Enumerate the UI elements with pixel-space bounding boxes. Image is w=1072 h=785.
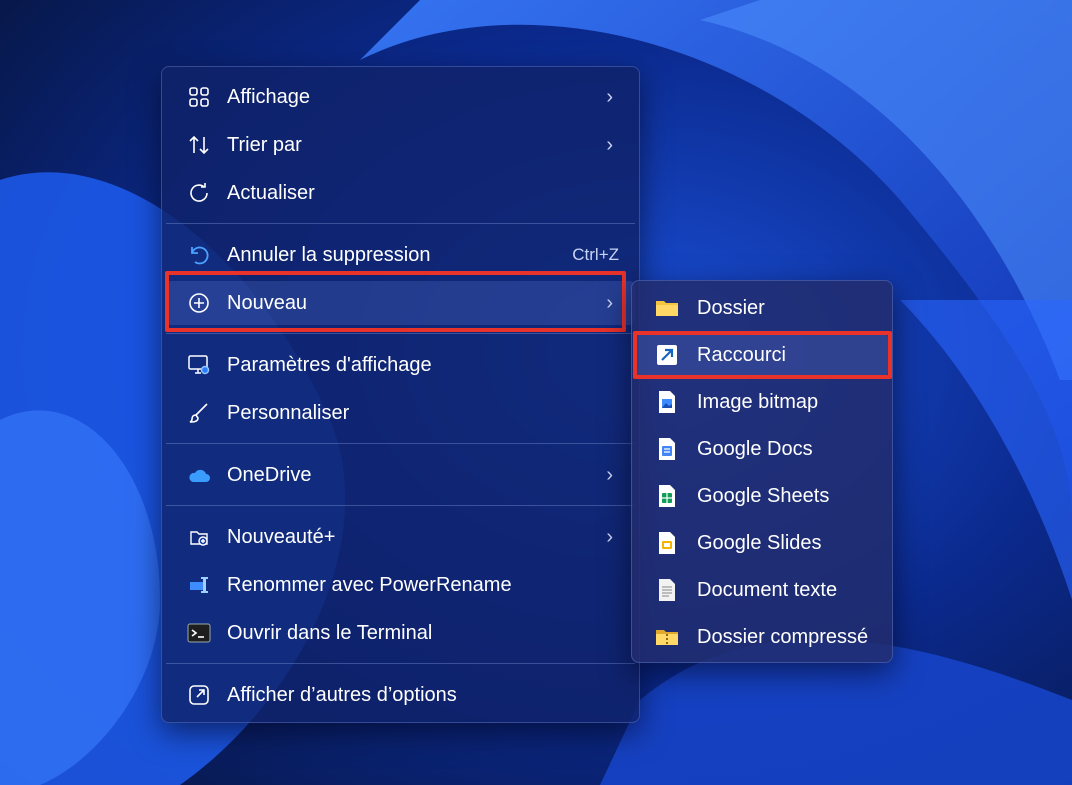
highlight-box-raccourci [633, 331, 892, 379]
zip-folder-icon [654, 624, 680, 650]
folder-new-icon [186, 524, 212, 550]
menu-item-parametres-affichage[interactable]: Paramètres d'affichage [166, 343, 635, 387]
highlight-box-nouveau [165, 271, 626, 332]
submenu-item-google-docs[interactable]: Google Docs [636, 427, 888, 471]
menu-item-label: Ouvrir dans le Terminal [227, 621, 433, 644]
powerrename-icon [186, 572, 212, 598]
google-docs-icon [654, 436, 680, 462]
menu-item-label: Trier par [227, 133, 302, 156]
chevron-right-icon: › [606, 463, 613, 486]
terminal-icon [186, 620, 212, 646]
menu-item-label: Nouveauté+ [227, 525, 336, 548]
menu-separator [166, 443, 635, 444]
sort-icon [186, 132, 212, 158]
submenu-item-label: Google Slides [697, 531, 822, 554]
menu-separator [166, 663, 635, 664]
cloud-icon [186, 462, 212, 488]
menu-item-terminal[interactable]: Ouvrir dans le Terminal [166, 611, 635, 655]
shortcut-hint: Ctrl+Z [572, 245, 619, 264]
menu-separator [166, 333, 635, 334]
menu-item-label: Paramètres d'affichage [227, 353, 432, 376]
menu-item-autres-options[interactable]: Afficher d’autres d’options [166, 673, 635, 717]
menu-item-label: Renommer avec PowerRename [227, 573, 512, 596]
refresh-icon [186, 180, 212, 206]
brush-icon [186, 400, 212, 426]
menu-item-label: Affichage [227, 85, 311, 108]
submenu-item-label: Dossier compressé [697, 625, 869, 648]
more-options-icon [186, 682, 212, 708]
submenu-item-dossier-compresse[interactable]: Dossier compressé [636, 615, 888, 659]
submenu-item-label: Document texte [697, 578, 838, 601]
menu-item-actualiser[interactable]: Actualiser [166, 171, 635, 215]
grid-icon [186, 84, 212, 110]
display-settings-icon [186, 352, 212, 378]
submenu-item-google-sheets[interactable]: Google Sheets [636, 474, 888, 518]
folder-icon [654, 295, 680, 321]
menu-item-label: Actualiser [227, 181, 315, 204]
submenu-item-label: Google Sheets [697, 484, 830, 507]
bitmap-file-icon [654, 389, 680, 415]
submenu-item-label: Dossier [697, 296, 765, 319]
menu-item-personnaliser[interactable]: Personnaliser [166, 391, 635, 435]
menu-separator [166, 223, 635, 224]
chevron-right-icon: › [606, 525, 613, 548]
submenu-item-label: Google Docs [697, 437, 813, 460]
menu-item-label: Personnaliser [227, 401, 350, 424]
submenu-item-document-texte[interactable]: Document texte [636, 568, 888, 612]
chevron-right-icon: › [606, 133, 613, 156]
menu-separator [166, 505, 635, 506]
submenu-item-image-bitmap[interactable]: Image bitmap [636, 380, 888, 424]
menu-item-affichage[interactable]: Affichage › [166, 75, 635, 119]
menu-item-nouveaute-plus[interactable]: Nouveauté+ › [166, 515, 635, 559]
chevron-right-icon: › [606, 85, 613, 108]
submenu-item-google-slides[interactable]: Google Slides [636, 521, 888, 565]
text-file-icon [654, 577, 680, 603]
submenu-item-label: Image bitmap [697, 390, 819, 413]
menu-item-onedrive[interactable]: OneDrive › [166, 453, 635, 497]
menu-item-label: OneDrive [227, 463, 312, 486]
menu-item-powerrename[interactable]: Renommer avec PowerRename [166, 563, 635, 607]
submenu-item-dossier[interactable]: Dossier [636, 286, 888, 330]
menu-item-label: Afficher d’autres d’options [227, 683, 457, 706]
menu-item-label: Annuler la suppression [227, 243, 431, 266]
desktop-context-menu: Affichage › Trier par › Actualiser Annul… [161, 66, 640, 723]
menu-item-trier-par[interactable]: Trier par › [166, 123, 635, 167]
google-sheets-icon [654, 483, 680, 509]
undo-icon [186, 242, 212, 268]
google-slides-icon [654, 530, 680, 556]
